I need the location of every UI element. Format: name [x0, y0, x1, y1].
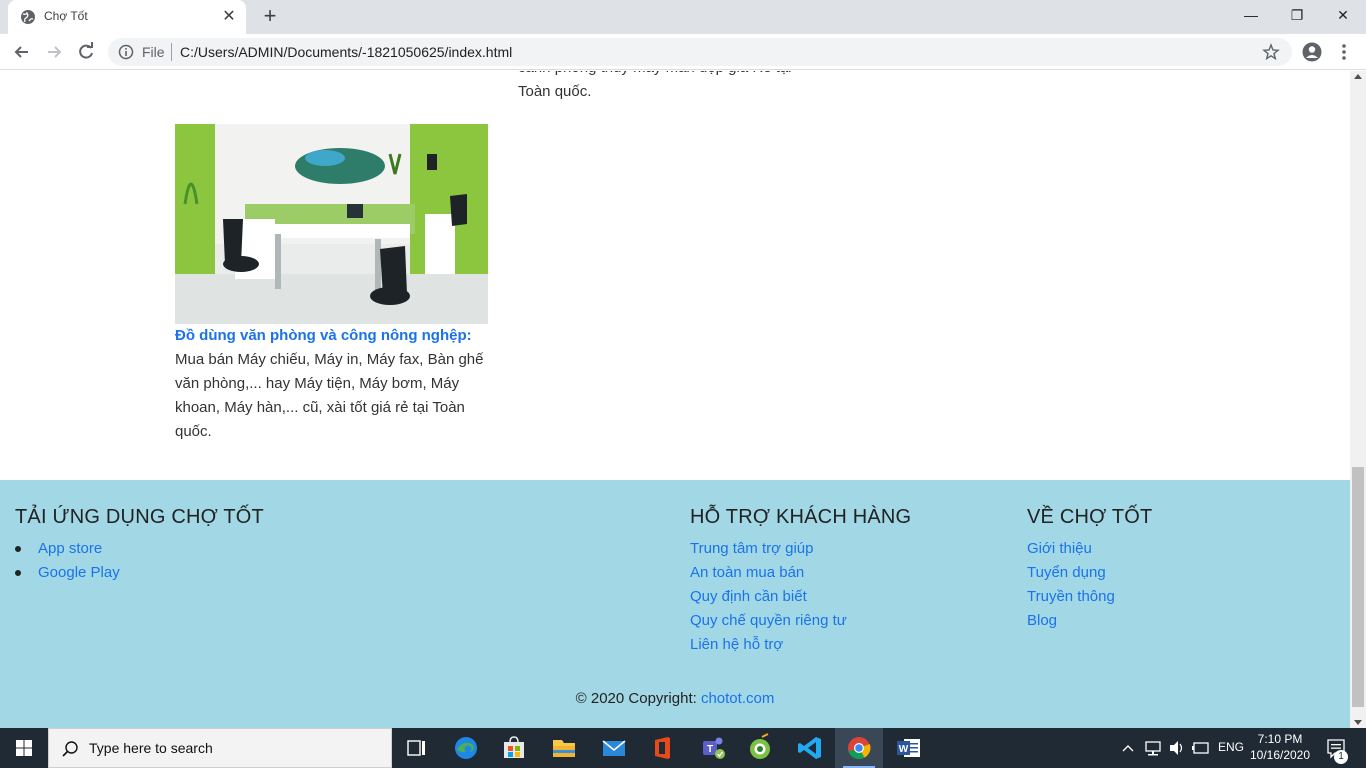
about-link[interactable]: Giới thiệu	[1027, 537, 1152, 561]
new-tab-icon[interactable]: +	[258, 5, 282, 29]
bookmark-star-icon[interactable]	[1262, 43, 1280, 61]
site-footer: TẢI ỨNG DỤNG CHỢ TỐT App store Google Pl…	[0, 480, 1350, 728]
tab-strip: Chợ Tốt ✕ + — ❐ ✕	[0, 0, 1366, 34]
coccoc-icon[interactable]	[736, 728, 784, 768]
battery-icon[interactable]	[1190, 728, 1212, 768]
footer-support-heading: HỖ TRỢ KHÁCH HÀNG	[690, 506, 912, 528]
safe-trading-link[interactable]: An toàn mua bán	[690, 561, 911, 585]
search-icon	[62, 741, 78, 757]
store-icon[interactable]	[490, 728, 538, 768]
office-furniture-image[interactable]	[175, 124, 488, 324]
chrome-taskbar-button[interactable]	[835, 728, 883, 768]
footer-support-list: Trung tâm trợ giúp An toàn mua bán Quy đ…	[690, 537, 911, 657]
svg-text:T: T	[707, 744, 713, 755]
more-menu-icon[interactable]	[1336, 42, 1352, 62]
tab-title: Chợ Tốt	[44, 9, 88, 23]
app-store-link[interactable]: App store	[15, 537, 264, 561]
address-bar[interactable]: File C:/Users/ADMIN/Documents/-182105062…	[108, 38, 1292, 66]
taskbar-search[interactable]: Type here to search	[48, 728, 392, 768]
address-separator	[171, 43, 172, 61]
page-viewport: cảnh phong thủy may mắn đẹp giá Rẻ tại T…	[0, 71, 1350, 728]
footer-about-heading: VỀ CHỢ TỐT	[1027, 506, 1153, 528]
clock[interactable]: 7:10 PM 10/16/2020	[1248, 731, 1312, 763]
notification-count-badge: 1	[1334, 750, 1348, 764]
category-description-partial: cảnh phong thủy may mắn đẹp giá Rẻ tại T…	[518, 71, 792, 100]
task-view-icon[interactable]	[392, 728, 440, 768]
page-scrollbar[interactable]	[1350, 71, 1366, 728]
footer-app-column: TẢI ỨNG DỤNG CHỢ TỐT App store Google Pl…	[15, 506, 264, 585]
url-text[interactable]: C:/Users/ADMIN/Documents/-1821050625/ind…	[180, 44, 512, 60]
media-link[interactable]: Truyền thông	[1027, 585, 1152, 609]
clock-time: 7:10 PM	[1257, 732, 1303, 746]
language-indicator[interactable]: ENG	[1218, 740, 1244, 756]
footer-app-list: App store Google Play	[15, 537, 264, 585]
browser-toolbar: File C:/Users/ADMIN/Documents/-182105062…	[0, 34, 1366, 70]
footer-about-column: VỀ CHỢ TỐT Giới thiệu Tuyển dụng Truyền …	[1027, 506, 1152, 633]
file-explorer-icon[interactable]	[540, 728, 588, 768]
edge-icon[interactable]	[442, 728, 490, 768]
regulations-link[interactable]: Quy định cần biết	[690, 585, 911, 609]
back-icon[interactable]	[8, 38, 36, 66]
help-center-link[interactable]: Trung tâm trợ giúp	[690, 537, 911, 561]
restore-icon[interactable]: ❐	[1274, 0, 1320, 30]
tab-close-icon[interactable]: ✕	[220, 8, 238, 26]
file-label: File	[142, 44, 165, 60]
word-icon[interactable]: W	[884, 728, 932, 768]
footer-about-list: Giới thiệu Tuyển dụng Truyền thông Blog	[1027, 537, 1152, 633]
scroll-down-icon[interactable]	[1354, 720, 1362, 725]
careers-link[interactable]: Tuyển dụng	[1027, 561, 1152, 585]
copyright: © 2020 Copyright: chotot.com	[0, 690, 1350, 707]
footer-app-heading: TẢI ỨNG DỤNG CHỢ TỐT	[15, 506, 264, 528]
taskbar: Type here to search T W ENG 7:10 PM 10/1…	[0, 728, 1366, 768]
svg-text:W: W	[899, 744, 909, 755]
footer-support-column: HỖ TRỢ KHÁCH HÀNG Trung tâm trợ giúp An …	[690, 506, 911, 657]
blog-link[interactable]: Blog	[1027, 609, 1152, 633]
category-caption: Đồ dùng văn phòng và công nông nghệp: Mu…	[175, 324, 495, 444]
minimize-icon[interactable]: —	[1228, 0, 1274, 30]
scroll-up-icon[interactable]	[1354, 74, 1362, 79]
copyright-link[interactable]: chotot.com	[701, 690, 774, 707]
scrollbar-thumb[interactable]	[1352, 467, 1364, 707]
category-card-office[interactable]: Đồ dùng văn phòng và công nông nghệp: Mu…	[175, 124, 495, 444]
chrome-icon	[848, 737, 871, 760]
category-description: Mua bán Máy chiếu, Máy in, Máy fax, Bàn …	[175, 351, 484, 440]
contact-support-link[interactable]: Liên hệ hỗ trợ	[690, 633, 911, 657]
forward-icon[interactable]	[40, 38, 68, 66]
profile-icon[interactable]	[1302, 42, 1322, 62]
category-title[interactable]: Đồ dùng văn phòng và công nông nghệp:	[175, 327, 472, 344]
network-icon[interactable]	[1142, 728, 1164, 768]
teams-icon[interactable]: T	[688, 728, 736, 768]
clock-date: 10/16/2020	[1249, 748, 1311, 762]
copyright-text: © 2020 Copyright:	[575, 690, 701, 707]
mail-icon[interactable]	[590, 728, 638, 768]
reload-icon[interactable]	[72, 38, 100, 66]
show-hidden-icons-icon[interactable]	[1118, 728, 1138, 768]
search-placeholder: Type here to search	[89, 740, 213, 756]
privacy-policy-link[interactable]: Quy chế quyền riêng tư	[690, 609, 911, 633]
window-close-icon[interactable]: ✕	[1320, 0, 1366, 30]
browser-tab[interactable]: Chợ Tốt ✕	[8, 0, 246, 34]
windows-start-icon[interactable]	[0, 728, 48, 768]
info-icon[interactable]	[118, 44, 134, 60]
vscode-icon[interactable]	[786, 728, 834, 768]
volume-icon[interactable]	[1166, 728, 1188, 768]
office-icon[interactable]	[638, 728, 686, 768]
globe-icon	[21, 10, 35, 24]
google-play-link[interactable]: Google Play	[15, 561, 264, 585]
